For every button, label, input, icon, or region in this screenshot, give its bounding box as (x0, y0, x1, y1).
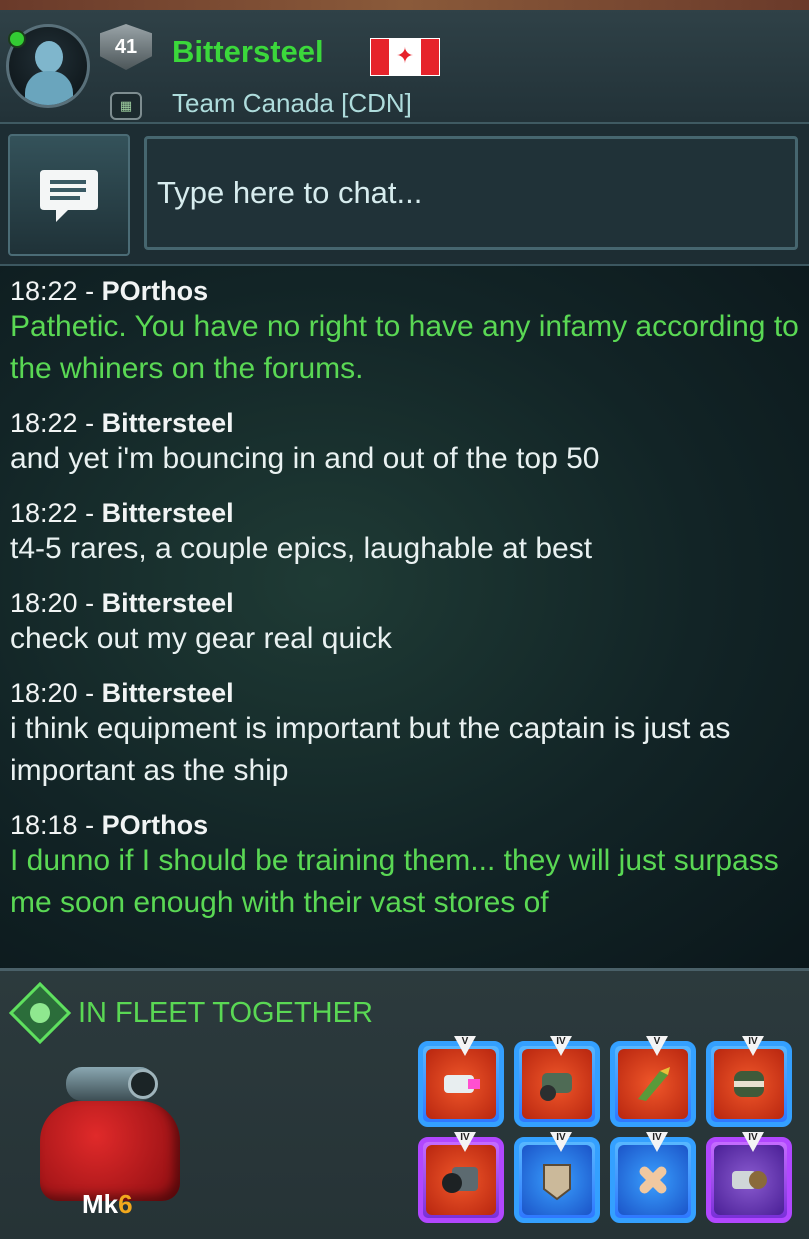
fleet-status-label: IN FLEET TOGETHER (78, 997, 373, 1029)
message-text: t4-5 rares, a couple epics, laughable at… (10, 532, 593, 565)
message-text: I dunno if I should be training them... … (10, 844, 779, 919)
chat-message: 18:20 - Bittersteel i think equipment is… (10, 678, 799, 792)
player-name: Bittersteel (172, 34, 324, 69)
message-time: 18:20 (10, 678, 78, 708)
online-status-icon (8, 30, 26, 48)
chat-message: 18:22 - POrthos Pathetic. You have no ri… (10, 276, 799, 390)
gear-slot[interactable]: IV (706, 1132, 792, 1223)
gear-slot[interactable]: IV (514, 1132, 600, 1223)
armor-plate-icon (543, 1164, 571, 1201)
message-time: 18:18 (10, 810, 78, 840)
message-text: check out my gear real quick (10, 622, 392, 655)
profile-header: 41 ▦ Bittersteel ✦ Team Canada [CDN] (0, 10, 809, 124)
fleet-emblem-icon (8, 981, 72, 1045)
chat-message-list[interactable]: 18:22 - POrthos Pathetic. You have no ri… (0, 266, 809, 968)
laser-cannon-icon (444, 1075, 480, 1093)
rocket-icon (638, 1067, 670, 1101)
level-badge: 41 (100, 24, 152, 70)
gear-slot[interactable]: IV (418, 1132, 504, 1223)
message-time: 18:22 (10, 276, 78, 306)
team-emblem-icon[interactable]: ▦ (110, 92, 142, 120)
chat-text-input[interactable] (144, 136, 798, 250)
chat-bubble-icon (40, 170, 98, 222)
message-time: 18:22 (10, 498, 78, 528)
message-text: and yet i'm bouncing in and out of the t… (10, 442, 600, 475)
heavy-cannon-icon (442, 1167, 478, 1193)
message-time: 18:20 (10, 588, 78, 618)
level-number: 41 (114, 35, 138, 58)
gear-slot[interactable]: IV (514, 1036, 600, 1127)
fleet-panel: IN FLEET TOGETHER Mk6 V IV V IV IV IV IV… (0, 968, 809, 1239)
chat-button[interactable] (8, 134, 130, 256)
message-sender[interactable]: Bittersteel (102, 678, 234, 708)
chat-message: 18:20 - Bittersteel check out my gear re… (10, 588, 799, 660)
chat-message: 18:22 - Bittersteel and yet i'm bouncing… (10, 408, 799, 480)
ship-mark-label: Mk6 (82, 1189, 133, 1219)
chat-message: 18:22 - Bittersteel t4-5 rares, a couple… (10, 498, 799, 570)
gear-slot[interactable]: V (610, 1036, 696, 1127)
message-text: i think equipment is important but the c… (10, 712, 731, 787)
missile-launcher-icon (540, 1073, 572, 1101)
message-time: 18:22 (10, 408, 78, 438)
repair-bandage-icon (639, 1166, 667, 1194)
gear-slot[interactable]: V (418, 1036, 504, 1127)
message-sender[interactable]: POrthos (102, 276, 209, 306)
mine-icon (734, 1071, 764, 1097)
message-sender[interactable]: POrthos (102, 810, 209, 840)
message-text: Pathetic. You have no right to have any … (10, 310, 799, 385)
engine-icon (732, 1171, 767, 1189)
message-sender[interactable]: Bittersteel (102, 588, 234, 618)
message-sender[interactable]: Bittersteel (102, 498, 234, 528)
gear-slot[interactable]: IV (706, 1036, 792, 1127)
gear-slot[interactable]: IV (610, 1132, 696, 1223)
chat-input-bar (0, 124, 809, 266)
team-name[interactable]: Team Canada [CDN] (172, 88, 412, 119)
canada-flag-icon: ✦ (370, 38, 440, 76)
chat-message: 18:18 - POrthos I dunno if I should be t… (10, 810, 799, 924)
message-sender[interactable]: Bittersteel (102, 408, 234, 438)
top-banner-strip (0, 0, 809, 10)
